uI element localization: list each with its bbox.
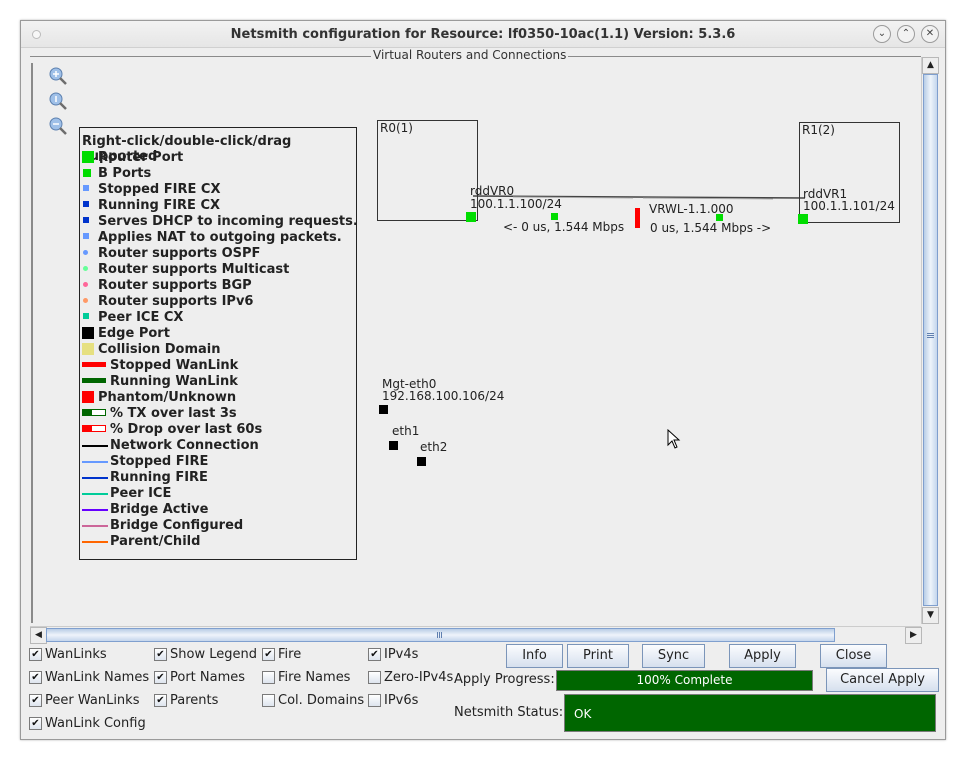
checkbox-label: WanLink Config [45, 716, 146, 731]
panel-title: Virtual Routers and Connections [371, 48, 569, 62]
router-r0-port-ip: 100.1.1.100/24 [470, 197, 562, 211]
chevron-up-icon: ⌃ [901, 28, 911, 39]
checkbox-label: IPv6s [384, 693, 419, 708]
edge-port-eth1-name: eth1 [392, 424, 420, 438]
router-r1-port[interactable] [798, 214, 808, 224]
checkbox-label: WanLink Names [45, 670, 150, 685]
arrow-left-icon: ◀ [35, 630, 42, 640]
edge-port-mgt-eth0[interactable] [379, 405, 388, 414]
checkmark-icon[interactable]: ✔ [154, 671, 167, 684]
print-button[interactable]: Print [567, 644, 629, 668]
router-r1-port-ip: 100.1.1.101/24 [803, 199, 895, 213]
checkmark-icon[interactable]: ✔ [29, 648, 42, 661]
grip-icon [437, 632, 438, 638]
checkbox-label: Fire Names [278, 670, 351, 685]
edge-port-eth2[interactable] [417, 457, 426, 466]
checkbox-label: Col. Domains [278, 693, 365, 708]
minimize-button[interactable]: ⌄ [873, 25, 891, 43]
arrow-down-icon: ▼ [927, 610, 934, 620]
netsmith-window: Netsmith configuration for Resource: lf0… [20, 20, 946, 740]
scroll-right-button[interactable]: ▶ [905, 627, 922, 644]
scroll-up-button[interactable]: ▲ [922, 57, 939, 74]
apply-button[interactable]: Apply [729, 644, 796, 668]
horizontal-scroll-thumb[interactable] [46, 628, 835, 642]
router-r0[interactable] [377, 120, 478, 221]
router-r0-port-name: rddVR0 [470, 184, 515, 198]
checkbox-empty-icon[interactable] [368, 694, 381, 707]
close-window-button[interactable]: ✕ [921, 25, 939, 43]
apply-progress-label: Apply Progress: [454, 672, 555, 687]
vertical-scroll-thumb[interactable] [923, 74, 938, 606]
wanlink-name: VRWL-1.1.000 [649, 202, 734, 216]
arrow-right-icon: ▶ [910, 630, 917, 640]
checkbox-label: Peer WanLinks [45, 693, 140, 708]
checkbox-label: WanLinks [45, 647, 107, 662]
wanlink-state-indicator[interactable] [635, 208, 640, 228]
checkbox-label: Parents [170, 693, 219, 708]
checkmark-icon[interactable]: ✔ [154, 694, 167, 707]
router-r0-port[interactable] [466, 212, 476, 222]
checkmark-icon[interactable]: ✔ [29, 717, 42, 730]
edge-port-eth2-name: eth2 [420, 440, 448, 454]
checkbox-empty-icon[interactable] [262, 694, 275, 707]
network-canvas[interactable]: Right-click/double-click/drag supported … [31, 63, 921, 623]
horizontal-scrollbar[interactable]: ◀ ▶ [30, 626, 922, 644]
close-button[interactable]: Close [820, 644, 887, 668]
scroll-down-button[interactable]: ▼ [922, 607, 939, 624]
scroll-left-button[interactable]: ◀ [30, 627, 47, 644]
checkmark-icon[interactable]: ✔ [154, 648, 167, 661]
grip-icon [927, 333, 934, 334]
edge-port-eth1[interactable] [389, 441, 398, 450]
vertical-scrollbar[interactable]: ▲ ▼ [921, 57, 939, 624]
title-bar: Netsmith configuration for Resource: lf0… [21, 21, 945, 48]
edge-port-mgt-eth0-ip: 192.168.100.106/24 [382, 389, 505, 403]
router-r0-label: R0(1) [380, 121, 413, 135]
window-title: Netsmith configuration for Resource: lf0… [230, 27, 736, 42]
close-icon: ✕ [925, 28, 935, 39]
checkmark-icon[interactable]: ✔ [29, 694, 42, 707]
apply-progress-bar: 100% Complete [556, 670, 813, 691]
maximize-button[interactable]: ⌃ [897, 25, 915, 43]
router-r1-label: R1(2) [802, 123, 835, 137]
wanlink-left-label: <- 0 us, 1.544 Mbps [503, 220, 625, 234]
checkmark-icon[interactable]: ✔ [368, 648, 381, 661]
checkmark-icon[interactable]: ✔ [262, 648, 275, 661]
mouse-cursor-icon [667, 429, 681, 449]
sync-button[interactable]: Sync [642, 644, 705, 668]
wanlink-right-label: 0 us, 1.544 Mbps -> [650, 221, 772, 235]
chevron-down-icon: ⌄ [877, 28, 887, 39]
checkbox-label: Show Legend [170, 647, 257, 662]
checkbox-label: Fire [278, 647, 302, 662]
info-button[interactable]: Info [506, 644, 563, 668]
arrow-up-icon: ▲ [927, 60, 934, 70]
checkbox-label: IPv4s [384, 647, 419, 662]
checkmark-icon[interactable]: ✔ [29, 671, 42, 684]
checkbox-empty-icon[interactable] [262, 671, 275, 684]
netsmith-status-value: OK [564, 694, 936, 732]
checkbox-label: Zero-IPv4s [384, 670, 454, 685]
checkbox-label: Port Names [170, 670, 246, 685]
cancel-apply-button[interactable]: Cancel Apply [826, 668, 939, 692]
checkbox-empty-icon[interactable] [368, 671, 381, 684]
netsmith-status-label: Netsmith Status: [454, 705, 564, 720]
wanlink-endpoint-a[interactable] [551, 213, 558, 220]
